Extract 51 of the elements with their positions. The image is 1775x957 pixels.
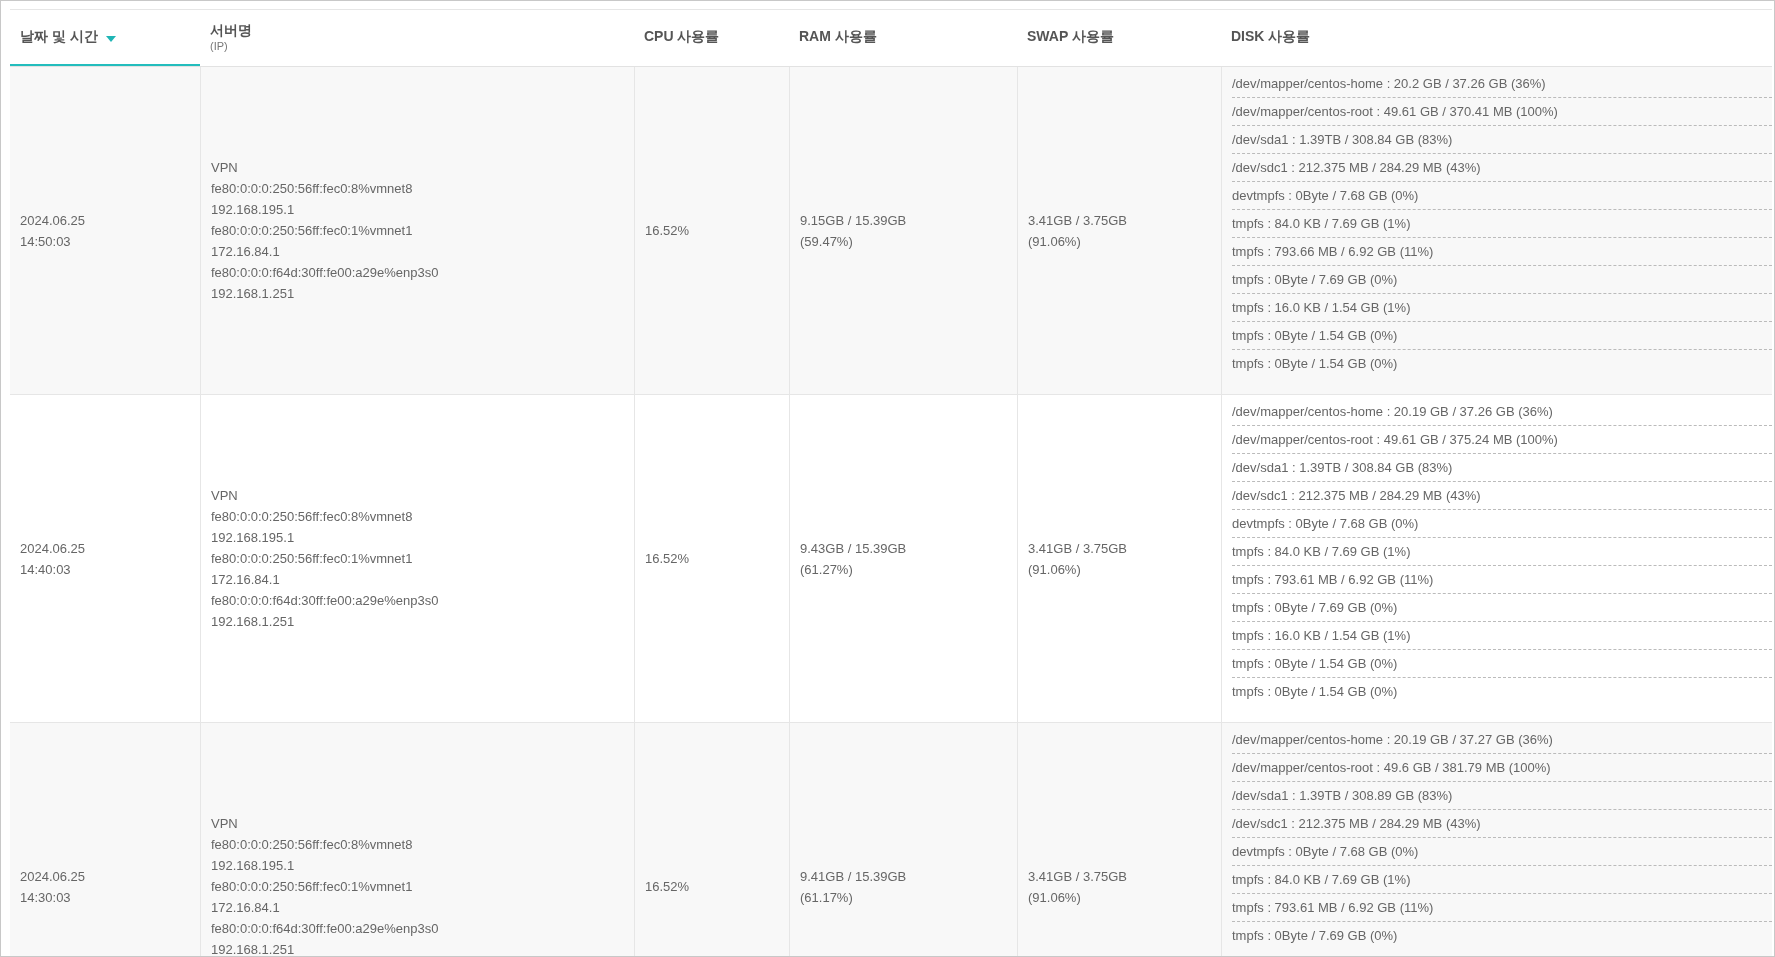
cpu-usage-cell-text: 16.52%	[645, 878, 690, 896]
server-ip-cell-text: VPN fe80:0:0:0:250:56ff:fec0:8%vmnet8 192.168.195.1 fe80:0:0:0:250:56ff:fec0:1%vmnet1 172.16.84.1 fe80:0:0:0:f64d:30ff:fe00:a29e%enp3s0 192.168.1.251	[211, 815, 439, 956]
cpu-usage-cell-text: 16.52%	[645, 550, 690, 568]
ram-usage-cell-text: 9.41GB / 15.39GB (61.17%)	[800, 867, 907, 907]
disk-usage-item: tmpfs : 0Byte / 7.69 GB (0%)	[1232, 594, 1772, 622]
disk-usage-item: tmpfs : 0Byte / 1.54 GB (0%)	[1232, 683, 1399, 701]
sort-caret-icon	[105, 35, 116, 42]
disk-usage-item: tmpfs : 84.0 KB / 7.69 GB (1%)	[1232, 538, 1772, 566]
swap-usage-cell-text: 3.41GB / 3.75GB (91.06%)	[1028, 539, 1127, 579]
disk-usage-item: devtmpfs : 0Byte / 7.68 GB (0%)	[1232, 510, 1772, 538]
ram-usage-cell-text: 9.15GB / 15.39GB (59.47%)	[800, 211, 907, 251]
disk-usage-item: tmpfs : 16.0 KB / 1.54 GB (1%)	[1232, 622, 1772, 650]
column-header[interactable]: 서버명 (IP)	[200, 10, 634, 66]
disk-usage-item: tmpfs : 84.0 KB / 7.69 GB (1%)	[1232, 210, 1772, 238]
disk-usage-item: /dev/mapper/centos-home : 20.19 GB / 37.27 GB (36%)	[1232, 726, 1772, 754]
column-header[interactable]: CPU 사용률	[634, 10, 789, 66]
disk-usage-item: tmpfs : 84.0 KB / 7.69 GB (1%)	[1232, 866, 1772, 894]
disk-usage-item: /dev/mapper/centos-home : 20.19 GB / 37.26 GB (36%)	[1232, 398, 1772, 426]
disk-usage-item: /dev/sda1 : 1.39TB / 308.84 GB (83%)	[1232, 126, 1772, 154]
disk-usage-item: /dev/sdc1 : 212.375 MB / 284.29 MB (43%)	[1232, 154, 1772, 182]
date-time-cell-text: 2024.06.25 14:50:03	[20, 211, 86, 251]
disk-usage-item: tmpfs : 793.66 MB / 6.92 GB (11%)	[1232, 238, 1772, 266]
column-header[interactable]: DISK 사용률	[1221, 10, 1772, 66]
column-header[interactable]: RAM 사용률	[789, 10, 1017, 66]
column-header[interactable]: SWAP 사용률	[1017, 10, 1221, 66]
disk-usage-item: /dev/mapper/centos-root : 49.6 GB / 381.79 MB (100%)	[1232, 754, 1772, 782]
disk-usage-item: /dev/sda1 : 1.39TB / 308.84 GB (83%)	[1232, 454, 1772, 482]
server-ip-cell-text: VPN fe80:0:0:0:250:56ff:fec0:8%vmnet8 192.168.195.1 fe80:0:0:0:250:56ff:fec0:1%vmnet1 172.16.84.1 fe80:0:0:0:f64d:30ff:fe00:a29e%enp3s0 192.168.1.251	[211, 487, 439, 631]
disk-usage-item: tmpfs : 16.0 KB / 1.54 GB (1%)	[1232, 294, 1772, 322]
disk-usage-item: /dev/sda1 : 1.39TB / 308.89 GB (83%)	[1232, 782, 1772, 810]
cpu-usage-cell-text: 16.52%	[645, 222, 690, 240]
disk-usage-item: devtmpfs : 0Byte / 7.68 GB (0%)	[1232, 838, 1772, 866]
disk-usage-item: /dev/sdc1 : 212.375 MB / 284.29 MB (43%)	[1232, 482, 1772, 510]
swap-usage-cell-text: 3.41GB / 3.75GB (91.06%)	[1028, 211, 1127, 251]
disk-usage-item: tmpfs : 0Byte / 7.69 GB (0%)	[1232, 927, 1399, 945]
disk-usage-item: /dev/sdc1 : 212.375 MB / 284.29 MB (43%)	[1232, 810, 1772, 838]
date-time-cell-text: 2024.06.25 14:40:03	[20, 539, 86, 579]
swap-usage-cell-text: 3.41GB / 3.75GB (91.06%)	[1028, 867, 1127, 907]
disk-usage-item: /dev/mapper/centos-home : 20.2 GB / 37.26 GB (36%)	[1232, 70, 1772, 98]
disk-usage-item: tmpfs : 0Byte / 1.54 GB (0%)	[1232, 322, 1772, 350]
server-ip-cell-text: VPN fe80:0:0:0:250:56ff:fec0:8%vmnet8 192.168.195.1 fe80:0:0:0:250:56ff:fec0:1%vmnet1 172.16.84.1 fe80:0:0:0:f64d:30ff:fe00:a29e%enp3s0 192.168.1.251	[211, 159, 439, 303]
disk-usage-item: tmpfs : 0Byte / 1.54 GB (0%)	[1232, 650, 1772, 678]
disk-usage-item: tmpfs : 793.61 MB / 6.92 GB (11%)	[1232, 566, 1772, 594]
disk-usage-item: tmpfs : 0Byte / 7.69 GB (0%)	[1232, 266, 1772, 294]
disk-usage-item: tmpfs : 793.61 MB / 6.92 GB (11%)	[1232, 894, 1772, 922]
date-time-cell-text: 2024.06.25 14:30:03	[20, 867, 86, 907]
disk-usage-item: /dev/mapper/centos-root : 49.61 GB / 375.24 MB (100%)	[1232, 426, 1772, 454]
ram-usage-cell-text: 9.43GB / 15.39GB (61.27%)	[800, 539, 907, 579]
disk-usage-item: tmpfs : 0Byte / 1.54 GB (0%)	[1232, 355, 1399, 373]
disk-usage-item: devtmpfs : 0Byte / 7.68 GB (0%)	[1232, 182, 1772, 210]
disk-usage-item: /dev/mapper/centos-root : 49.61 GB / 370.41 MB (100%)	[1232, 98, 1772, 126]
